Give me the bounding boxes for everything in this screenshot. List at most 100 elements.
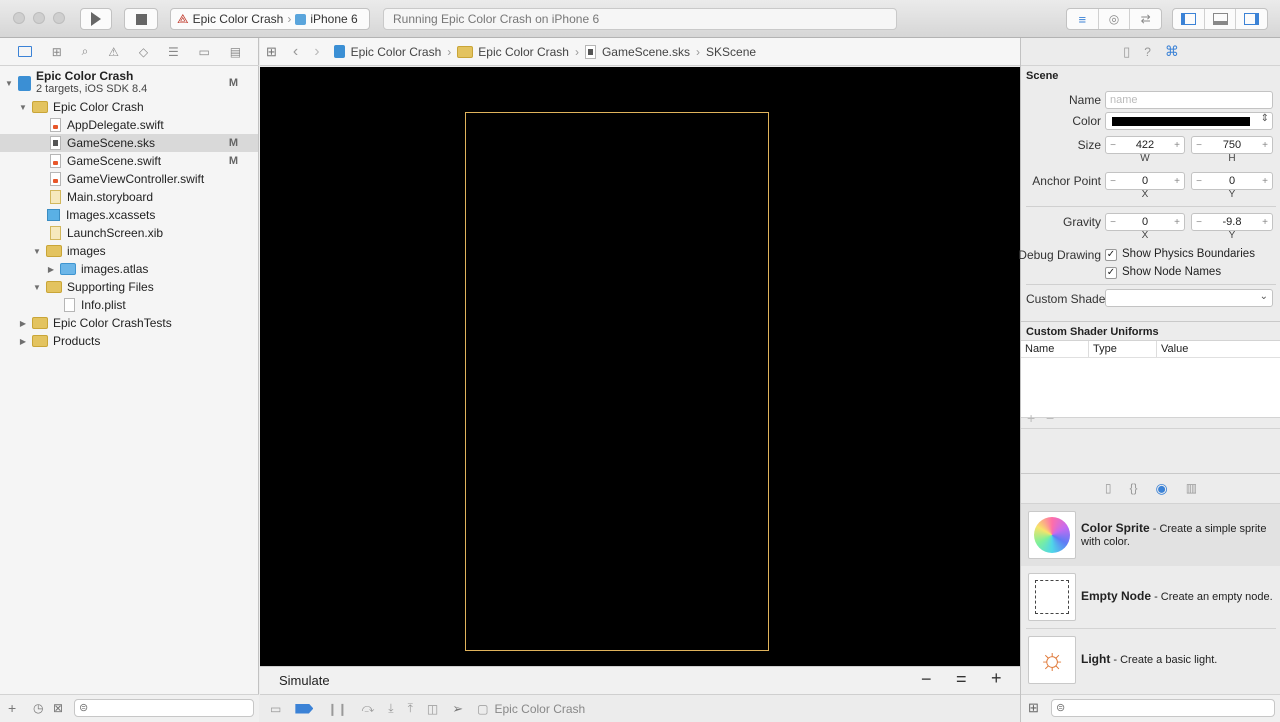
folder-icon[interactable]	[17, 46, 32, 57]
step-into-icon[interactable]: ⤓	[388, 701, 393, 716]
remove-uniform-icon[interactable]: −	[1046, 410, 1054, 426]
tree-item[interactable]: ▶ Epic Color CrashTests	[0, 314, 258, 332]
tree-item[interactable]: AppDelegate.swift	[0, 116, 258, 134]
forward-arrow-icon[interactable]: ›	[314, 43, 319, 61]
hide-debug-area-icon[interactable]: ▭	[270, 702, 281, 716]
library-item-color-sprite[interactable]: Color Sprite - Create a simple sprite wi…	[1021, 504, 1280, 566]
plus-icon[interactable]: +	[1258, 140, 1272, 151]
tree-item[interactable]: Images.xcassets	[0, 206, 258, 224]
stepper-value[interactable]: -9.8	[1206, 216, 1258, 228]
version-editor-button[interactable]: ⇄	[1130, 9, 1161, 29]
breadcrumb-project[interactable]: Epic Color Crash	[351, 45, 442, 59]
disclosure-open-icon[interactable]: ▼	[32, 283, 42, 292]
disclosure-closed-icon[interactable]: ▶	[18, 319, 28, 328]
toggle-navigator-button[interactable]	[1173, 9, 1205, 29]
navigator-filter-input[interactable]: ⊜	[74, 699, 254, 717]
minus-icon[interactable]: −	[1106, 217, 1120, 228]
location-icon[interactable]: ➢	[452, 701, 463, 717]
grid-view-icon[interactable]: ⊞	[1028, 700, 1039, 716]
add-icon[interactable]: +	[8, 700, 16, 716]
show-physics-checkbox[interactable]: ✓	[1105, 249, 1117, 261]
file-inspector-icon[interactable]: ▯	[1123, 44, 1130, 60]
tree-item[interactable]: Info.plist	[0, 296, 258, 314]
tree-item-selected[interactable]: GameScene.sks M	[0, 134, 258, 152]
minimize-window-button[interactable]	[33, 12, 45, 24]
warning-icon[interactable]: ⚠	[108, 45, 119, 59]
stepper-value[interactable]: 422	[1120, 139, 1170, 151]
debug-icon[interactable]: ☰	[168, 45, 179, 59]
symbol-navigator-icon[interactable]: ⊞	[52, 45, 62, 59]
tree-item[interactable]: ▼ Epic Color Crash	[0, 98, 258, 116]
uniforms-table[interactable]: Name Type Value	[1021, 340, 1280, 418]
code-snippet-icon[interactable]: {}	[1130, 481, 1138, 495]
scene-editor-canvas[interactable]	[260, 67, 1020, 666]
tree-item[interactable]: ▼ images	[0, 242, 258, 260]
tree-item[interactable]: GameScene.swift M	[0, 152, 258, 170]
breakpoints-toggle-icon[interactable]	[295, 703, 314, 714]
source-control-filter-icon[interactable]: ⊠	[53, 701, 63, 715]
stepper-value[interactable]: 0	[1120, 216, 1170, 228]
plus-icon[interactable]: +	[1170, 176, 1184, 187]
project-row[interactable]: ▼ Epic Color Crash 2 targets, iOS SDK 8.…	[0, 69, 258, 97]
pause-icon[interactable]: ❙❙	[327, 702, 347, 716]
minus-icon[interactable]: −	[1106, 140, 1120, 151]
simulate-button[interactable]: Simulate	[279, 673, 330, 688]
quick-help-icon[interactable]: ?	[1144, 45, 1151, 59]
tree-item[interactable]: ▶ Products	[0, 332, 258, 350]
gravity-x-stepper[interactable]: −0 +	[1105, 213, 1185, 231]
library-filter-input[interactable]: ⊜	[1051, 699, 1275, 717]
col-type[interactable]: Type	[1093, 343, 1117, 355]
tree-item[interactable]: Main.storyboard	[0, 188, 258, 206]
col-value[interactable]: Value	[1161, 343, 1188, 355]
media-library-icon[interactable]: ▥	[1186, 481, 1197, 495]
plus-icon[interactable]: +	[1258, 217, 1272, 228]
zoom-in-icon[interactable]: +	[991, 668, 1002, 689]
tree-item[interactable]: ▶ images.atlas	[0, 260, 258, 278]
disclosure-closed-icon[interactable]: ▶	[18, 337, 28, 346]
tree-item[interactable]: LaunchScreen.xib	[0, 224, 258, 242]
stepper-value[interactable]: 0	[1120, 175, 1170, 187]
plus-icon[interactable]: +	[1170, 140, 1184, 151]
minus-icon[interactable]: −	[1192, 176, 1206, 187]
col-name[interactable]: Name	[1025, 343, 1054, 355]
zoom-out-icon[interactable]: −	[921, 669, 932, 690]
step-over-icon[interactable]: ⤼	[361, 701, 374, 716]
show-node-names-checkbox[interactable]: ✓	[1105, 267, 1117, 279]
breakpoint-icon[interactable]: ▭	[199, 45, 210, 59]
custom-shader-select[interactable]: ⌄	[1105, 289, 1273, 307]
stepper-value[interactable]: 750	[1206, 139, 1258, 151]
object-library-icon[interactable]: ◉	[1156, 480, 1168, 497]
disclosure-open-icon[interactable]: ▼	[32, 247, 42, 256]
breadcrumb-group[interactable]: Epic Color Crash	[478, 45, 569, 59]
minus-icon[interactable]: −	[1192, 140, 1206, 151]
stepper-value[interactable]: 0	[1206, 175, 1258, 187]
disclosure-closed-icon[interactable]: ▶	[46, 265, 56, 274]
zoom-reset-icon[interactable]: =	[956, 669, 967, 690]
minus-icon[interactable]: −	[1106, 176, 1120, 187]
related-items-icon[interactable]: ⊞	[266, 44, 277, 60]
attributes-inspector-icon[interactable]: ⌘	[1165, 43, 1179, 60]
plus-icon[interactable]: +	[1258, 176, 1272, 187]
view-debugger-icon[interactable]: ◫	[427, 702, 438, 716]
standard-editor-button[interactable]: ≡	[1067, 9, 1099, 29]
disclosure-open-icon[interactable]: ▼	[4, 79, 14, 88]
disclosure-open-icon[interactable]: ▼	[18, 103, 28, 112]
add-uniform-icon[interactable]: +	[1027, 410, 1035, 426]
scene-bounds[interactable]	[465, 112, 769, 651]
recent-files-icon[interactable]: ◷	[33, 701, 43, 715]
breadcrumb-file[interactable]: GameScene.sks	[602, 45, 690, 59]
size-height-stepper[interactable]: −750 +	[1191, 136, 1273, 154]
assistant-editor-button[interactable]: ◎	[1099, 9, 1131, 29]
plus-icon[interactable]: +	[1170, 217, 1184, 228]
color-well[interactable]: ⇕	[1105, 112, 1273, 130]
stop-button[interactable]	[124, 8, 158, 30]
library-item-light[interactable]: ☼ Light - Create a basic light.	[1021, 629, 1280, 691]
minus-icon[interactable]: −	[1192, 217, 1206, 228]
zoom-window-button[interactable]	[53, 12, 65, 24]
gravity-y-stepper[interactable]: − -9.8 +	[1191, 213, 1273, 231]
anchor-y-stepper[interactable]: −0 +	[1191, 172, 1273, 190]
report-icon[interactable]: ▤	[230, 45, 241, 59]
debug-target-label[interactable]: Epic Color Crash	[495, 702, 586, 716]
size-width-stepper[interactable]: −422 +	[1105, 136, 1185, 154]
name-field[interactable]: name	[1105, 91, 1273, 109]
